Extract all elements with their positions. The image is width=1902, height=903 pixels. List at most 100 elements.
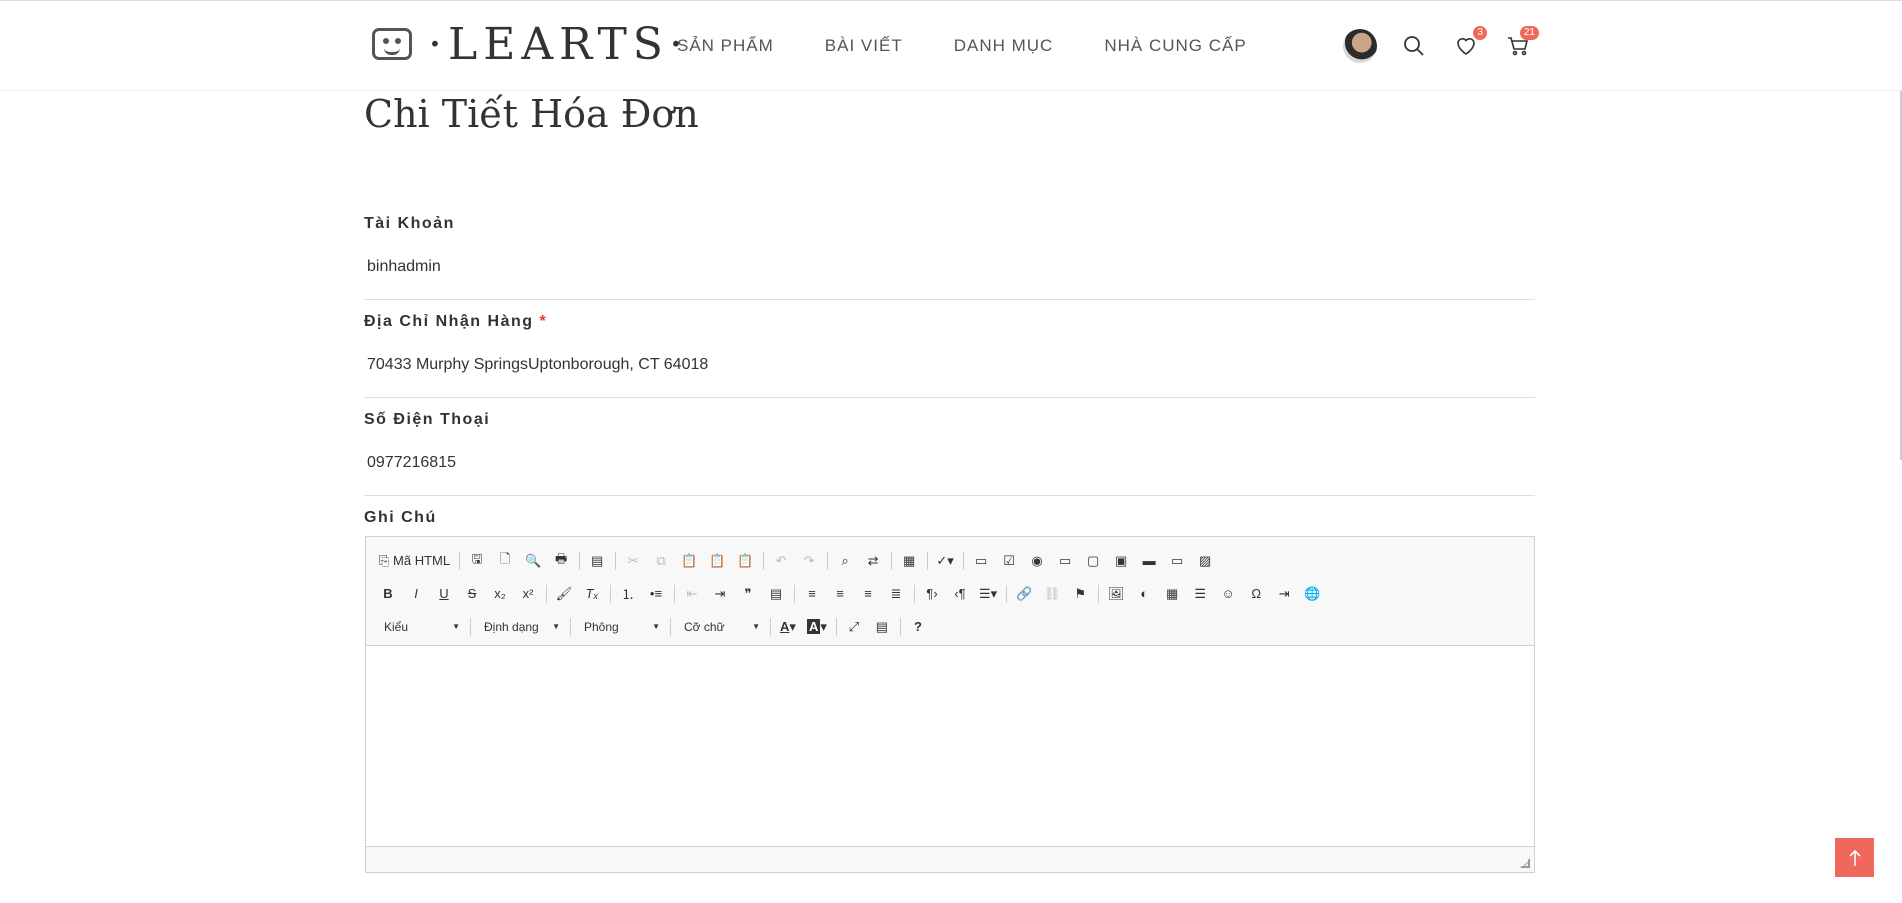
textarea-button[interactable]: ▢ xyxy=(1081,550,1105,572)
toolbar-separator xyxy=(835,617,837,636)
spellcheck-button[interactable]: ✓▾ xyxy=(933,550,957,572)
indent-button[interactable]: ⇥ xyxy=(708,583,732,605)
blockquote-button[interactable]: ❞ xyxy=(736,583,760,605)
logo-icon xyxy=(372,28,412,60)
superscript-button[interactable]: x² xyxy=(516,583,540,605)
toolbar-separator xyxy=(570,617,571,636)
subscript-button[interactable]: x₂ xyxy=(488,583,512,605)
nav-item-posts[interactable]: BÀI VIẾT xyxy=(825,36,903,56)
templates-button[interactable]: ▤ xyxy=(585,550,609,572)
font-combo[interactable]: Phông ▼ xyxy=(576,616,664,638)
iframe-button[interactable]: 🌐 xyxy=(1300,583,1324,605)
table-button[interactable]: ▦ xyxy=(1160,583,1184,605)
toolbar-separator xyxy=(794,584,795,603)
source-button[interactable]: ⎘ Mã HTML xyxy=(376,550,453,572)
checkbox-button[interactable]: ☑ xyxy=(997,550,1021,572)
search-button[interactable] xyxy=(1397,29,1431,63)
select-button[interactable]: ▣ xyxy=(1109,550,1133,572)
page-break-button[interactable]: ⇥ xyxy=(1272,583,1296,605)
bg-color-button[interactable]: A ▾ xyxy=(804,616,830,638)
nav-item-products[interactable]: SẢN PHẨM xyxy=(677,36,774,56)
bold-button[interactable]: B xyxy=(376,583,400,605)
select-all-button[interactable]: ▦ xyxy=(897,550,921,572)
align-center-button[interactable]: ≡ xyxy=(828,583,852,605)
undo-button[interactable]: ↶ xyxy=(769,550,793,572)
strike-button[interactable]: S xyxy=(460,583,484,605)
bulleted-list-button[interactable]: •≡ xyxy=(644,583,668,605)
align-right-button[interactable]: ≡ xyxy=(856,583,880,605)
bg-color-icon: A xyxy=(807,619,821,634)
language-button[interactable]: ☰▾ xyxy=(976,583,1000,605)
toolbar-separator xyxy=(963,551,965,570)
preview-button[interactable]: 🔍 xyxy=(521,550,545,572)
maximize-button[interactable]: ⤢ xyxy=(842,616,866,638)
div-button[interactable]: ▤ xyxy=(764,583,788,605)
horizontal-rule-button[interactable]: ☰ xyxy=(1188,583,1212,605)
account-field[interactable]: binhadmin xyxy=(364,258,1535,300)
outdent-button[interactable]: ⇤ xyxy=(680,583,704,605)
print-button[interactable]: 🖶 xyxy=(549,550,573,572)
radio-button[interactable]: ◉ xyxy=(1025,550,1049,572)
find-button[interactable]: ⌕ xyxy=(833,550,857,572)
smiley-button[interactable]: ☺ xyxy=(1216,583,1240,605)
image-button-button[interactable]: ▭ xyxy=(1165,550,1189,572)
search-icon xyxy=(1404,36,1424,56)
button-button[interactable]: ▬ xyxy=(1137,550,1161,572)
paste-button[interactable]: 📋 xyxy=(677,550,701,572)
resize-handle[interactable] xyxy=(1520,858,1530,868)
paste-text-button[interactable]: 📋 xyxy=(705,550,729,572)
hidden-field-button[interactable]: ▨ xyxy=(1193,550,1217,572)
align-left-button[interactable]: ≡ xyxy=(800,583,824,605)
rtl-button[interactable]: ‹¶ xyxy=(948,583,972,605)
editor-content[interactable] xyxy=(366,646,1534,846)
style-combo[interactable]: Kiểu ▼ xyxy=(376,616,464,638)
numbered-list-button[interactable]: ⒈ xyxy=(616,583,640,605)
toolbar-separator xyxy=(899,617,901,636)
cut-button[interactable]: ✂ xyxy=(621,550,645,572)
avatar[interactable] xyxy=(1343,29,1377,63)
copy-button[interactable]: ⧉ xyxy=(649,550,673,572)
toolbar-separator xyxy=(674,584,675,603)
address-field[interactable]: 70433 Murphy SpringsUptonborough, CT 640… xyxy=(364,356,1535,398)
ltr-button[interactable]: ¶› xyxy=(920,583,944,605)
chevron-down-icon: ▼ xyxy=(452,622,460,631)
help-button[interactable]: ? xyxy=(906,616,930,638)
logo[interactable]: ·LEARTS· xyxy=(372,18,689,70)
nav-item-categories[interactable]: DANH MỤC xyxy=(954,36,1054,56)
form-button[interactable]: ▭ xyxy=(969,550,993,572)
underline-button[interactable]: U xyxy=(432,583,456,605)
toolbar-separator xyxy=(470,617,471,636)
phone-field[interactable]: 0977216815 xyxy=(364,454,1535,496)
logo-text: ·LEARTS· xyxy=(428,18,689,70)
special-char-button[interactable]: Ω xyxy=(1244,583,1268,605)
show-blocks-button[interactable]: ▤ xyxy=(870,616,894,638)
image-button[interactable]: 🖼 xyxy=(1104,583,1128,605)
remove-format-button[interactable]: Tₓ xyxy=(580,583,604,605)
replace-button[interactable]: ⇄ xyxy=(861,550,885,572)
chevron-down-icon: ▼ xyxy=(752,622,760,631)
italic-button[interactable]: I xyxy=(404,583,428,605)
format-combo[interactable]: Định dạng ▼ xyxy=(476,616,564,638)
textfield-button[interactable]: ▭ xyxy=(1053,550,1077,572)
cart-button[interactable]: 21 xyxy=(1501,26,1539,63)
size-combo[interactable]: Cỡ chữ ▼ xyxy=(676,616,764,638)
copy-format-button[interactable]: 🖌 xyxy=(552,583,576,605)
nav-item-suppliers[interactable]: NHÀ CUNG CẤP xyxy=(1104,36,1246,56)
size-combo-label: Cỡ chữ xyxy=(684,619,725,634)
new-page-button[interactable]: 🗋 xyxy=(493,550,517,572)
paste-word-button[interactable]: 📋 xyxy=(733,550,757,572)
format-combo-label: Định dạng xyxy=(484,619,539,634)
justify-button[interactable]: ≣ xyxy=(884,583,908,605)
scroll-to-top-button[interactable] xyxy=(1835,838,1874,877)
unlink-button[interactable]: ⛓ xyxy=(1040,583,1064,605)
anchor-button[interactable]: ⚑ xyxy=(1068,583,1092,605)
address-label: Địa Chỉ Nhận Hàng * xyxy=(364,313,547,331)
link-button[interactable]: 🔗 xyxy=(1012,583,1036,605)
text-color-button[interactable]: A ▾ xyxy=(776,616,800,638)
required-marker: * xyxy=(539,313,548,330)
source-icon: ⎘ xyxy=(379,552,390,568)
redo-button[interactable]: ↷ xyxy=(797,550,821,572)
wishlist-button[interactable]: 3 xyxy=(1449,26,1487,63)
save-button[interactable]: 🖫 xyxy=(465,550,489,572)
flash-button[interactable]: ◐ xyxy=(1132,583,1156,605)
